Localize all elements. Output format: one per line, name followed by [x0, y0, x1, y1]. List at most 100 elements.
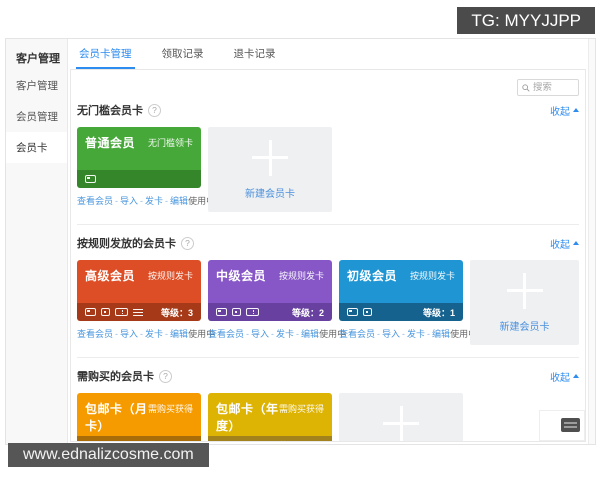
help-icon[interactable]: ? — [181, 236, 194, 250]
card-title: 普通会员 — [85, 136, 136, 150]
card-icon — [347, 308, 358, 316]
chevron-up-icon — [573, 241, 579, 245]
feedback-icon — [561, 418, 580, 432]
help-icon[interactable]: ? — [159, 369, 172, 383]
new-card-label: 新建会员卡 — [499, 321, 550, 333]
search-row — [77, 75, 579, 96]
card-top: 包邮卡（月卡） 需购买获得 — [77, 393, 201, 436]
card-level: 等级：2 — [291, 307, 324, 318]
card-top: 中级会员 按规则发卡 — [208, 260, 332, 303]
edit-link[interactable]: 编辑 — [170, 327, 188, 340]
tg-watermark-badge: TG: MYYJJPP — [457, 7, 595, 34]
url-watermark-badge: www.ednalizcosme.com — [8, 443, 209, 467]
card-face[interactable]: 高级会员 按规则发卡 等级：3 — [77, 260, 201, 321]
chevron-up-icon — [573, 108, 579, 112]
edit-link[interactable]: 编辑 — [170, 194, 188, 207]
search-icon — [522, 83, 530, 92]
section-title: 按规则发放的会员卡 — [77, 238, 176, 250]
app-window: 客户管理 客户管理 会员管理 会员卡 会员卡管理 领取记录 退卡记录 搜索 无门… — [5, 38, 596, 445]
card-face[interactable]: 包邮卡（年度） 需购买获得 售价：0.01 — [208, 393, 332, 442]
import-link[interactable]: 导入 — [251, 327, 269, 340]
card-strip: 等级：3 — [77, 303, 201, 321]
collapse-label: 收起 — [550, 106, 570, 118]
card-face[interactable]: 初级会员 按规则发卡 等级：1 — [339, 260, 463, 321]
section-title: 无门槛会员卡 — [77, 105, 143, 117]
cards-row: 包邮卡（月卡） 需购买获得 售价：0.01 查看会员-发卡-编辑 使用中 — [77, 393, 579, 442]
card-icon — [85, 175, 96, 183]
section-no-threshold-cards: 无门槛会员卡 ? 收起 普通会员 无门槛领卡 查看会员 - 导入 - 发卡 - … — [77, 96, 579, 221]
card-top: 高级会员 按规则发卡 — [77, 260, 201, 303]
tab-bar: 会员卡管理 领取记录 退卡记录 — [68, 39, 588, 69]
card-top: 初级会员 按规则发卡 — [339, 260, 463, 303]
section-purchase-cards: 需购买的会员卡 ? 收起 包邮卡（月卡） 需购买获得 包邮卡（年度） 需购买获得 — [77, 357, 579, 442]
section-rule-based-cards: 按规则发放的会员卡 ? 收起 高级会员 按规则发卡 等级：3 查看会员 - 导入… — [77, 224, 579, 354]
issue-card-link[interactable]: 发卡 — [145, 194, 163, 207]
new-member-card-button[interactable]: 新建会员卡 — [339, 393, 463, 441]
issue-card-link[interactable]: 发卡 — [276, 327, 294, 340]
new-member-card-button[interactable]: 新建会员卡 — [208, 127, 332, 212]
card-actions-row: 查看会员 - 导入 - 发卡 - 编辑 使用中 — [208, 327, 346, 340]
sidebar-item-customer-management[interactable]: 客户管理 — [6, 70, 67, 101]
card-face[interactable]: 普通会员 无门槛领卡 — [77, 127, 201, 188]
tab-member-card-management[interactable]: 会员卡管理 — [76, 40, 135, 69]
card-actions-row: 查看会员 - 导入 - 发卡 - 编辑 使用中 — [339, 327, 477, 340]
link-separator: - — [165, 195, 169, 206]
link-separator: - — [296, 328, 300, 339]
sidebar-item-member-management[interactable]: 会员管理 — [6, 101, 67, 132]
view-members-link[interactable]: 查看会员 — [339, 327, 375, 340]
collapse-link[interactable]: 收起 — [550, 103, 579, 118]
link-separator: - — [115, 328, 119, 339]
card-icon — [216, 441, 227, 442]
scrollbar[interactable] — [588, 39, 595, 444]
card-strip: 等级：1 — [339, 303, 463, 321]
tag-icon — [101, 308, 110, 316]
member-card-shipping-yearly: 包邮卡（年度） 需购买获得 售价：0.01 查看会员-发卡-编辑 使用中 — [208, 393, 332, 442]
main-area: 会员卡管理 领取记录 退卡记录 无门槛会员卡 ? — [68, 39, 588, 444]
edit-link[interactable]: 编辑 — [432, 327, 450, 340]
content-panel: 无门槛会员卡 ? 收起 普通会员 无门槛领卡 — [70, 69, 586, 442]
card-top: 包邮卡（年度） 需购买获得 — [208, 393, 332, 436]
view-members-link[interactable]: 查看会员 — [208, 327, 244, 340]
card-title: 高级会员 — [85, 269, 136, 283]
member-card-intermediate: 中级会员 按规则发卡 等级：2 查看会员 - 导入 - 发卡 - 编辑 使用中 — [208, 260, 346, 340]
new-card-label: 新建会员卡 — [245, 188, 295, 200]
search-box[interactable] — [517, 79, 579, 96]
member-card-ordinary: 普通会员 无门槛领卡 查看会员 - 导入 - 发卡 - 编辑 使用中 — [77, 127, 215, 207]
issue-card-link[interactable]: 发卡 — [407, 327, 425, 340]
card-price: 售价：0.01 — [148, 439, 193, 442]
sidebar-item-member-card[interactable]: 会员卡 — [6, 132, 67, 163]
feedback-widget[interactable] — [539, 410, 585, 441]
new-member-card-button[interactable]: 新建会员卡 — [470, 260, 579, 345]
collapse-label: 收起 — [550, 372, 570, 384]
sidebar-title: 客户管理 — [16, 53, 60, 65]
member-card-junior: 初级会员 按规则发卡 等级：1 查看会员 - 导入 - 发卡 - 编辑 使用中 — [339, 260, 477, 340]
member-card-shipping-monthly: 包邮卡（月卡） 需购买获得 售价：0.01 查看会员-发卡-编辑 使用中 — [77, 393, 201, 442]
ticket-icon — [246, 308, 259, 316]
card-type-tag: 无门槛领卡 — [147, 138, 193, 148]
view-members-link[interactable]: 查看会员 — [77, 194, 113, 207]
card-type-tag: 需购买获得 — [278, 404, 324, 414]
plus-icon — [383, 405, 419, 441]
list-icon — [133, 308, 143, 316]
tag-icon — [232, 308, 241, 316]
card-type-tag: 按规则发卡 — [409, 271, 455, 281]
card-price: 售价：0.01 — [279, 439, 324, 442]
card-strip: 等级：2 — [208, 303, 332, 321]
card-type-tag: 按规则发卡 — [147, 271, 193, 281]
tab-claim-records[interactable]: 领取记录 — [159, 40, 207, 69]
card-face[interactable]: 包邮卡（月卡） 需购买获得 售价：0.01 — [77, 393, 201, 442]
edit-link[interactable]: 编辑 — [301, 327, 319, 340]
help-icon[interactable]: ? — [148, 103, 161, 117]
collapse-link[interactable]: 收起 — [550, 369, 579, 384]
collapse-link[interactable]: 收起 — [550, 236, 579, 251]
import-link[interactable]: 导入 — [120, 194, 138, 207]
tab-return-records[interactable]: 退卡记录 — [231, 40, 279, 69]
sidebar: 客户管理 客户管理 会员管理 会员卡 — [6, 39, 68, 444]
cards-row: 高级会员 按规则发卡 等级：3 查看会员 - 导入 - 发卡 - 编辑 使用中 … — [77, 260, 579, 345]
card-face[interactable]: 中级会员 按规则发卡 等级：2 — [208, 260, 332, 321]
import-link[interactable]: 导入 — [120, 327, 138, 340]
view-members-link[interactable]: 查看会员 — [77, 327, 113, 340]
search-input[interactable] — [532, 82, 574, 93]
issue-card-link[interactable]: 发卡 — [145, 327, 163, 340]
import-link[interactable]: 导入 — [382, 327, 400, 340]
